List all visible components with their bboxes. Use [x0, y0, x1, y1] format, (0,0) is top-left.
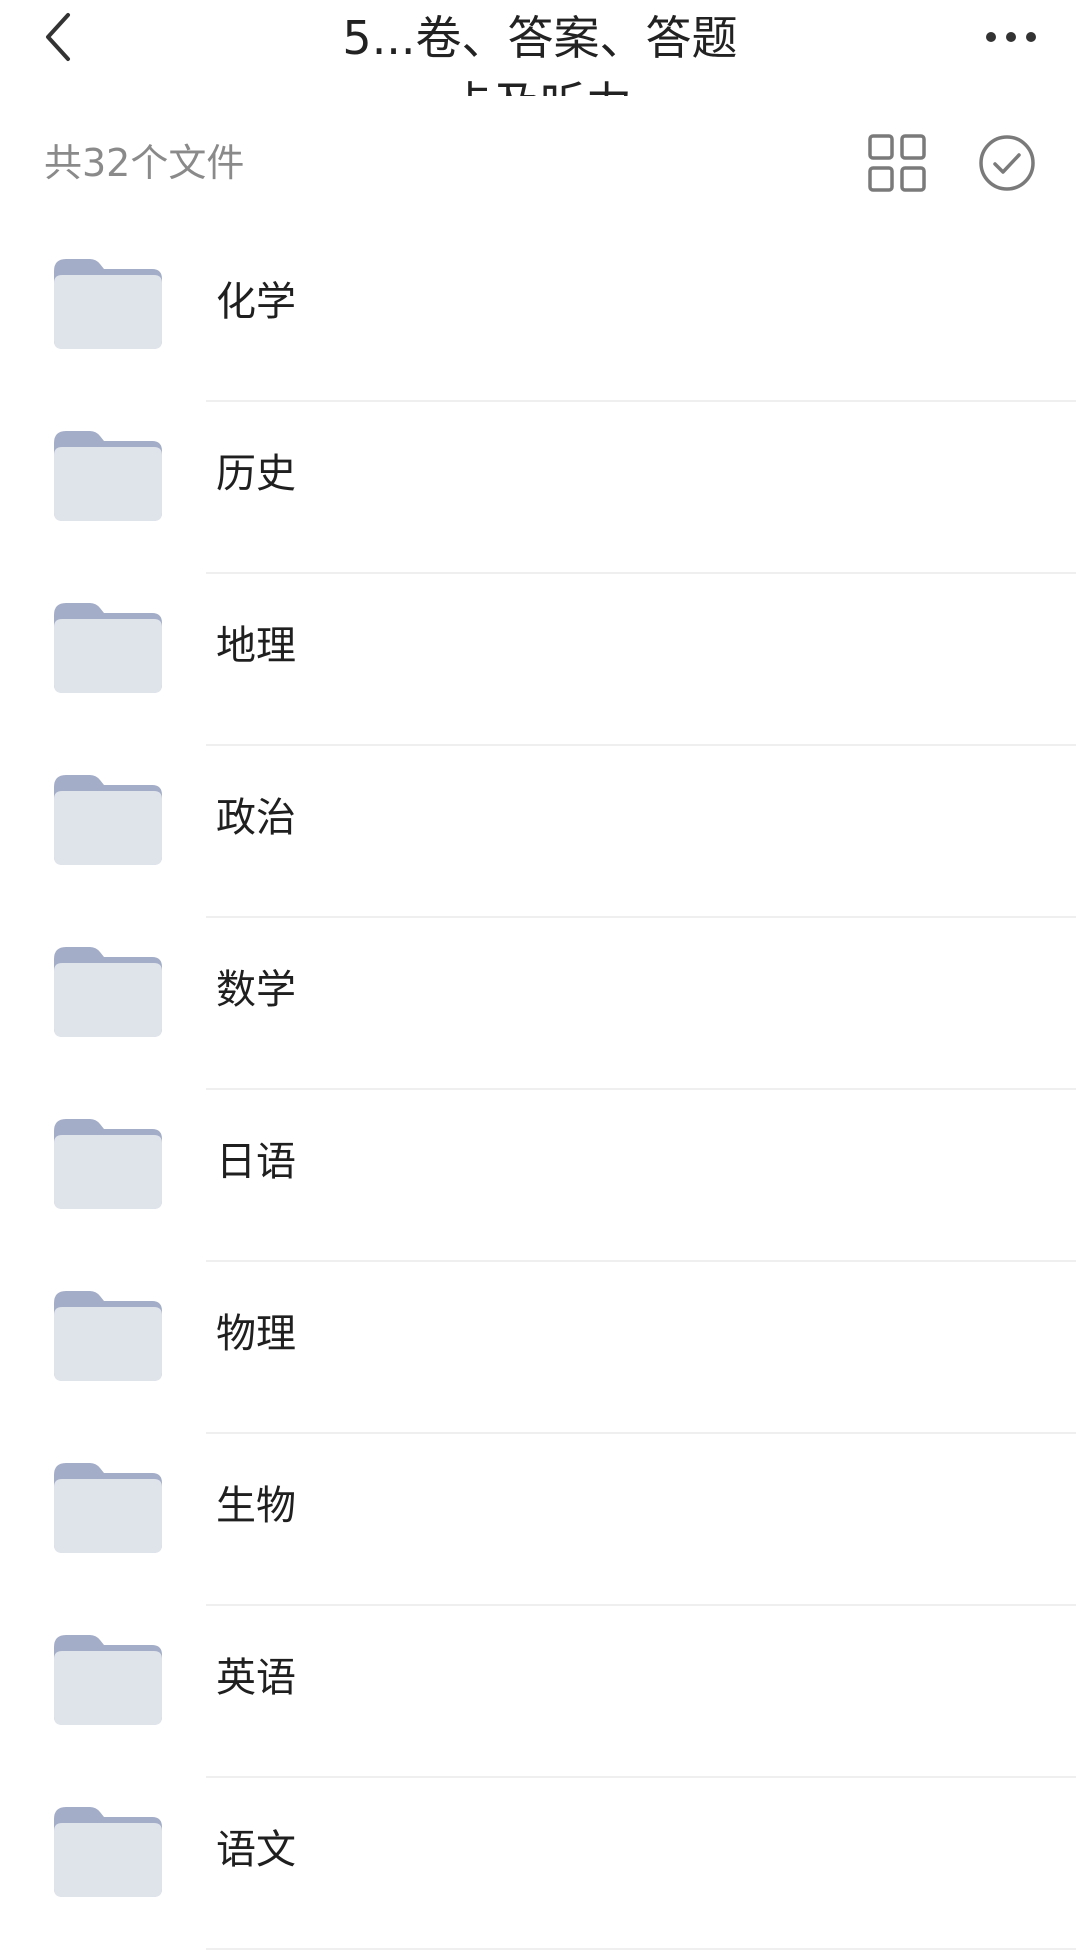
folder-row[interactable]: 英语	[0, 1606, 1076, 1778]
folder-icon	[54, 431, 162, 521]
folder-row[interactable]: 生物	[0, 1434, 1076, 1606]
folder-name: 历史	[216, 451, 296, 497]
folder-name: 物理	[216, 1311, 296, 1357]
more-dots-icon	[986, 32, 1036, 42]
folder-name: 化学	[216, 279, 296, 325]
folder-icon	[54, 1463, 162, 1553]
folder-list: 化学 历史 地理 政治 数学 日语 物理 生物 英语 语文	[0, 230, 1076, 1950]
folder-row[interactable]: 政治	[0, 746, 1076, 918]
folder-icon	[54, 1807, 162, 1897]
folder-name: 日语	[216, 1139, 296, 1185]
folder-row[interactable]: 数学	[0, 918, 1076, 1090]
folder-icon	[54, 603, 162, 693]
folder-row[interactable]: 化学	[0, 230, 1076, 402]
list-toolbar: 共32个文件	[0, 110, 1076, 216]
folder-name: 英语	[216, 1655, 296, 1701]
folder-row[interactable]: 语文	[0, 1778, 1076, 1950]
grid-view-button[interactable]	[866, 132, 928, 194]
file-count: 共32个文件	[44, 141, 245, 185]
folder-icon	[54, 947, 162, 1037]
folder-icon	[54, 1291, 162, 1381]
folder-row[interactable]: 日语	[0, 1090, 1076, 1262]
folder-name: 地理	[216, 623, 296, 669]
title-line-2: 卡及听力	[200, 66, 880, 96]
folder-name: 生物	[216, 1483, 296, 1529]
more-button[interactable]	[976, 2, 1046, 72]
grid-view-icon	[868, 134, 926, 192]
folder-icon	[54, 1635, 162, 1725]
folder-row[interactable]: 历史	[0, 402, 1076, 574]
page-title: 5...卷、答案、答题 卡及听力	[200, 0, 880, 96]
title-line-1: 5...卷、答案、答题	[342, 11, 738, 65]
check-circle-icon	[979, 135, 1035, 191]
back-button[interactable]	[30, 2, 90, 72]
folder-row[interactable]: 地理	[0, 574, 1076, 746]
folder-name: 数学	[216, 967, 296, 1013]
chevron-left-icon	[46, 13, 70, 61]
folder-name: 语文	[216, 1827, 296, 1873]
top-bar: 5...卷、答案、答题 卡及听力	[0, 0, 1076, 96]
folder-icon	[54, 1119, 162, 1209]
folder-icon	[54, 775, 162, 865]
folder-row[interactable]: 物理	[0, 1262, 1076, 1434]
multi-select-button[interactable]	[976, 132, 1038, 194]
folder-icon	[54, 259, 162, 349]
folder-name: 政治	[216, 795, 296, 841]
